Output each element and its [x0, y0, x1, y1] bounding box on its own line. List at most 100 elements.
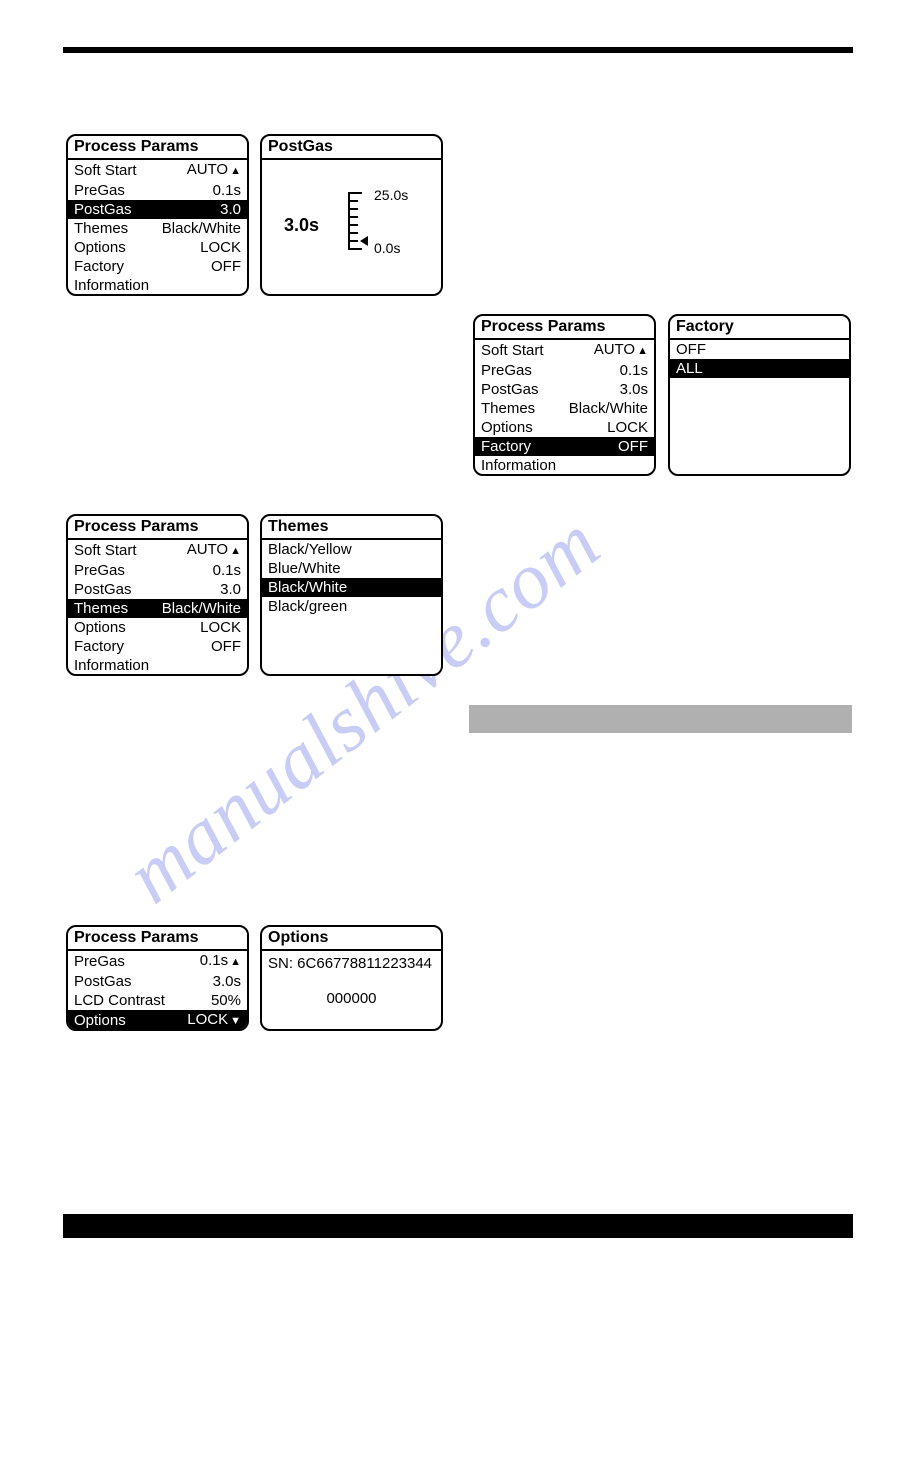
list-item[interactable]: Blue/White — [262, 559, 441, 578]
postgas-gauge[interactable]: 3.0s 25.0s 0.0s — [262, 160, 441, 280]
param-label: Factory — [481, 437, 531, 456]
param-value: 0.1s — [213, 181, 241, 200]
list-item[interactable]: PreGas 0.1s — [68, 181, 247, 200]
list-item[interactable]: Information — [68, 656, 247, 675]
list-item[interactable]: LCD Contrast 50% — [68, 991, 247, 1010]
param-label: PostGas — [74, 580, 132, 599]
panel-title: Options — [262, 927, 441, 951]
options-code: 000000 — [268, 990, 435, 1007]
panel-title: Process Params — [475, 316, 654, 340]
scroll-up-icon: ▲ — [230, 956, 241, 968]
gauge-pointer-icon — [360, 236, 368, 246]
list-item[interactable]: PostGas 3.0s — [68, 972, 247, 991]
process-params-panel-options-selected: Process Params PreGas 0.1s▲ PostGas 3.0s… — [66, 925, 249, 1031]
panel-title: Factory — [670, 316, 849, 340]
param-label: Themes — [481, 399, 535, 418]
option-label: Black/Yellow — [268, 540, 352, 559]
param-value: Black/White — [569, 399, 648, 418]
scroll-down-icon: ▼ — [230, 1015, 241, 1027]
param-value: Black/White — [162, 599, 241, 618]
param-label: Themes — [74, 219, 128, 238]
list-item[interactable]: Black/Yellow — [262, 540, 441, 559]
list-item[interactable]: Themes Black/White — [475, 399, 654, 418]
list-item[interactable]: Factory OFF — [68, 637, 247, 656]
list-item[interactable]: Soft Start AUTO▲ — [68, 540, 247, 561]
list-item[interactable]: Options LOCK — [68, 238, 247, 257]
list-item[interactable]: PostGas 3.0s — [475, 380, 654, 399]
list-item[interactable]: PostGas 3.0 — [68, 200, 247, 219]
list-item[interactable]: Black/White — [262, 578, 441, 597]
param-value: 3.0s — [620, 380, 648, 399]
param-label: Information — [74, 656, 149, 675]
process-params-panel-factory-selected: Process Params Soft Start AUTO▲ PreGas 0… — [473, 314, 656, 476]
list-item[interactable]: Factory OFF — [68, 257, 247, 276]
process-params-panel-themes-selected: Process Params Soft Start AUTO▲ PreGas 0… — [66, 514, 249, 676]
option-label: Blue/White — [268, 559, 341, 578]
postgas-panel: PostGas 3.0s 25.0s 0.0s — [260, 134, 443, 296]
option-label: OFF — [676, 340, 706, 359]
param-value: AUTO▲ — [187, 160, 241, 181]
option-label: ALL — [676, 359, 703, 378]
param-label: LCD Contrast — [74, 991, 165, 1010]
option-label: Black/White — [268, 578, 347, 597]
scroll-up-icon: ▲ — [230, 165, 241, 177]
list-item[interactable]: Themes Black/White — [68, 219, 247, 238]
param-label: Options — [74, 238, 126, 257]
panel-title: PostGas — [262, 136, 441, 160]
list-item[interactable]: Information — [475, 456, 654, 475]
list-item[interactable]: Soft Start AUTO▲ — [475, 340, 654, 361]
postgas-max: 25.0s — [374, 187, 408, 203]
param-value: LOCK▼ — [187, 1010, 241, 1031]
themes-panel: Themes Black/Yellow Blue/White Black/Whi… — [260, 514, 443, 676]
process-params-panel-postgas-selected: Process Params Soft Start AUTO▲ PreGas 0… — [66, 134, 249, 296]
footer-bar — [63, 1214, 853, 1238]
param-value: 3.0 — [220, 200, 241, 219]
param-value: 0.1s — [620, 361, 648, 380]
list-item[interactable]: PreGas 0.1s▲ — [68, 951, 247, 972]
list-item[interactable]: Factory OFF — [475, 437, 654, 456]
list-item[interactable]: Options LOCK — [475, 418, 654, 437]
param-label: Soft Start — [481, 341, 544, 360]
serial-number: SN: 6C66778811223344 — [268, 955, 435, 972]
param-label: PreGas — [74, 561, 125, 580]
list-item[interactable]: Soft Start AUTO▲ — [68, 160, 247, 181]
postgas-min: 0.0s — [374, 240, 400, 256]
param-label: PostGas — [74, 972, 132, 991]
param-value: OFF — [618, 437, 648, 456]
param-label: Options — [74, 618, 126, 637]
list-item[interactable]: Information — [68, 276, 247, 295]
param-label: Options — [481, 418, 533, 437]
param-value: 3.0s — [213, 972, 241, 991]
param-value: 3.0 — [220, 580, 241, 599]
list-item[interactable]: PostGas 3.0 — [68, 580, 247, 599]
param-label: Factory — [74, 637, 124, 656]
param-label: PreGas — [481, 361, 532, 380]
param-label: PreGas — [74, 952, 125, 971]
param-label: Themes — [74, 599, 128, 618]
panel-title: Process Params — [68, 927, 247, 951]
list-item[interactable]: Options LOCK — [68, 618, 247, 637]
list-item[interactable]: PreGas 0.1s — [68, 561, 247, 580]
factory-panel: Factory OFF ALL — [668, 314, 851, 476]
panel-title: Process Params — [68, 136, 247, 160]
list-item[interactable]: PreGas 0.1s — [475, 361, 654, 380]
param-label: Soft Start — [74, 161, 137, 180]
option-label: Black/green — [268, 597, 347, 616]
param-label: Information — [74, 276, 149, 295]
param-label: PreGas — [74, 181, 125, 200]
panel-title: Process Params — [68, 516, 247, 540]
param-value: LOCK — [607, 418, 648, 437]
list-item[interactable]: Black/green — [262, 597, 441, 616]
param-label: Soft Start — [74, 541, 137, 560]
scroll-up-icon: ▲ — [230, 545, 241, 557]
param-value: 0.1s — [213, 561, 241, 580]
list-item[interactable]: ALL — [670, 359, 849, 378]
list-item[interactable]: Themes Black/White — [68, 599, 247, 618]
list-item[interactable]: OFF — [670, 340, 849, 359]
grey-section-bar — [469, 705, 852, 733]
param-value: 50% — [211, 991, 241, 1010]
param-value: AUTO▲ — [187, 540, 241, 561]
param-value: LOCK — [200, 238, 241, 257]
list-item[interactable]: Options LOCK▼ — [68, 1010, 247, 1031]
param-value: LOCK — [200, 618, 241, 637]
